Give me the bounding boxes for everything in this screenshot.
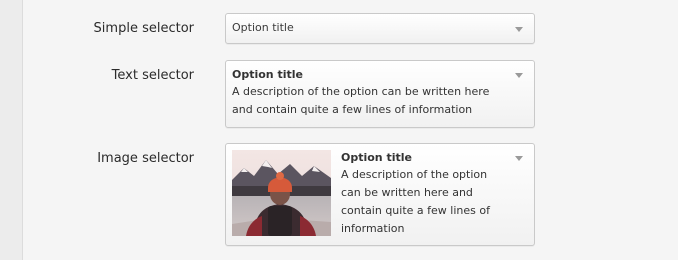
chevron-down-icon bbox=[515, 156, 523, 161]
chevron-down-icon bbox=[515, 73, 523, 78]
simple-selector-label: Simple selector bbox=[93, 21, 194, 36]
image-selector-title: Option title bbox=[341, 151, 412, 164]
chevron-down-icon bbox=[515, 27, 523, 32]
simple-selector-value: Option title bbox=[232, 21, 294, 34]
simple-selector[interactable]: Option title bbox=[225, 13, 535, 44]
left-rail bbox=[0, 0, 23, 260]
option-image bbox=[232, 150, 331, 236]
text-selector[interactable]: Option title A description of the option… bbox=[225, 60, 535, 128]
image-selector-description: A description of the option can be writt… bbox=[341, 168, 490, 235]
mountain-lake-photo-icon bbox=[232, 150, 331, 236]
text-selector-title: Option title bbox=[232, 68, 303, 81]
text-selector-description: A description of the option can be writt… bbox=[232, 85, 490, 116]
image-selector-label: Image selector bbox=[97, 151, 194, 166]
image-selector[interactable]: Option title A description of the option… bbox=[225, 143, 535, 246]
text-selector-label: Text selector bbox=[111, 68, 194, 83]
